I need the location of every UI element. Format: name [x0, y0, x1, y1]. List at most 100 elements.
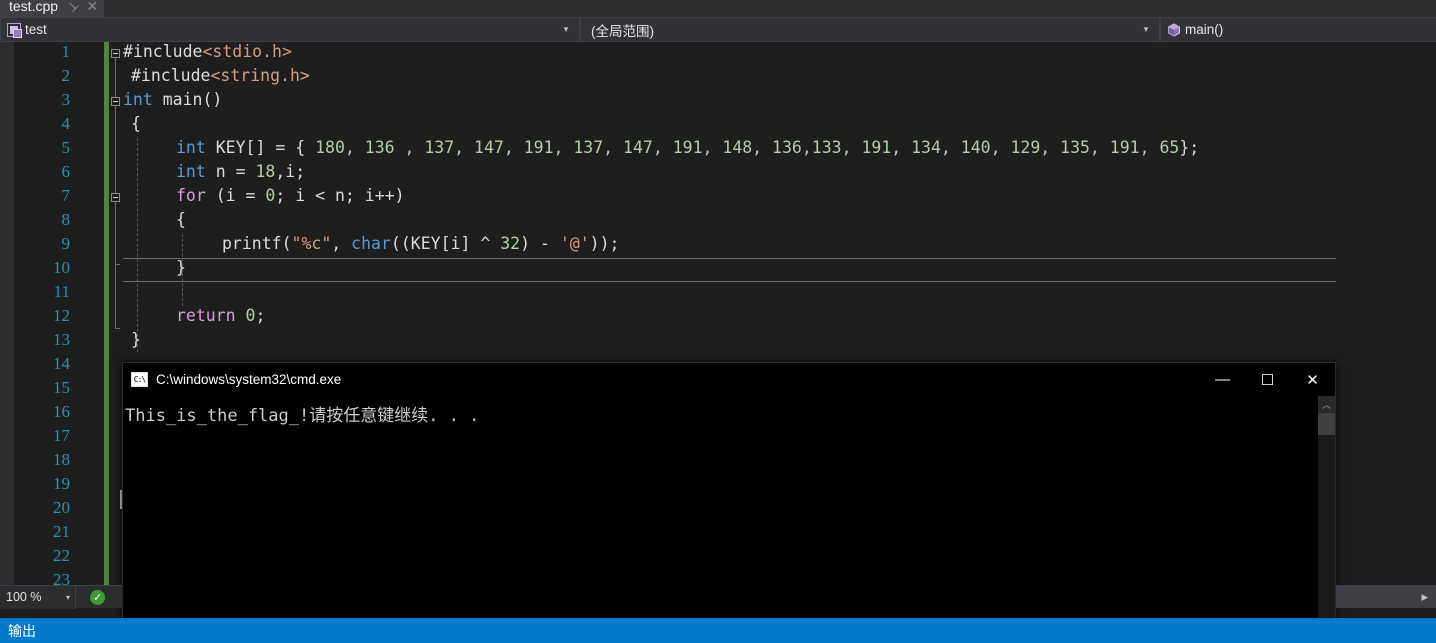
line-number: 5 [61, 138, 71, 157]
comma: , [331, 234, 352, 253]
chevron-down-icon[interactable]: ▾ [557, 24, 575, 35]
include-path: <string.h> [210, 66, 310, 85]
char-literal: '@' [559, 234, 590, 253]
scope-dropdown[interactable]: (全局范围) ▾ [580, 17, 1160, 42]
cmd-output-area[interactable]: This_is_the_flag_!请按任意键继续. . . ︿ [123, 396, 1335, 643]
cmd-title-text: C:\windows\system32\cmd.exe [156, 372, 342, 387]
scrollbar-thumb[interactable] [1318, 413, 1335, 435]
format-string: "%c" [291, 234, 332, 253]
type-keyword: int [123, 90, 153, 109]
fold-guide [115, 58, 116, 98]
current-line-highlight [123, 258, 1436, 282]
output-tab[interactable]: 输出 [0, 618, 44, 643]
type-keyword: int [176, 162, 206, 181]
console-icon: C:\ [131, 372, 148, 387]
fold-toggle-for[interactable] [111, 193, 120, 202]
var-list: ,i; [275, 162, 306, 181]
array-declaration: KEY[] = { [205, 138, 316, 157]
editor-right-margin [1336, 42, 1436, 585]
line-number: 19 [53, 474, 70, 493]
code-line-9: printf("%c", char((KEY[i] ^ 32) - '@')); [222, 234, 619, 253]
code-health-badge[interactable]: ✓ [90, 589, 105, 605]
for-keyword: for [176, 186, 206, 205]
fold-toggle-main[interactable] [111, 97, 120, 106]
minus-op: ) - [520, 234, 560, 253]
chevron-down-icon[interactable]: ▾ [66, 593, 75, 602]
code-line-1: #include<stdio.h> [123, 42, 292, 61]
line-number: 12 [53, 306, 70, 325]
line-number: 21 [53, 522, 70, 541]
code-line-12: return 0; [176, 306, 265, 325]
line-number: 11 [53, 282, 70, 301]
minimize-button[interactable]: — [1200, 363, 1245, 396]
cmd-output-line: This_is_the_flag_!请按任意键继续. . . [125, 406, 480, 426]
cmd-scrollbar[interactable]: ︿ [1318, 396, 1335, 643]
number-literal: 18 [255, 162, 276, 181]
line-number: 3 [61, 90, 71, 109]
method-cube-icon [1167, 22, 1181, 37]
preprocessor-directive: #include [131, 66, 211, 85]
close-parens: )); [589, 234, 620, 253]
line-number: 23 [53, 570, 70, 585]
line-number: 7 [61, 186, 71, 205]
number-literal: 0 [245, 306, 256, 325]
cmd-window-controls: — ☐ ✕ [1200, 363, 1335, 396]
var-assign: n = [205, 162, 256, 181]
code-line-3: int main() [123, 90, 222, 109]
cmd-title-bar[interactable]: C:\ C:\windows\system32\cmd.exe — ☐ ✕ [123, 363, 1335, 396]
line-number: 15 [53, 378, 70, 397]
line-number: 14 [53, 354, 70, 373]
close-icon[interactable]: ✕ [86, 0, 98, 18]
close-brace: } [176, 258, 186, 277]
code-line-7: for (i = 0; i < n; i++) [176, 186, 405, 205]
scroll-up-arrow-icon[interactable]: ︿ [1318, 396, 1335, 413]
member-dropdown[interactable]: main() ▾ [1160, 17, 1436, 42]
code-line-8: { [176, 210, 186, 229]
fold-guide-end [115, 264, 120, 265]
close-button[interactable]: ✕ [1290, 363, 1335, 396]
line-number: 1 [61, 42, 71, 61]
code-line-5: int KEY[] = { 180, 136 , 137, 147, 191, … [176, 138, 1199, 157]
code-line-4: { [131, 114, 141, 133]
for-init: (i = [205, 186, 266, 205]
close-brace: } [131, 330, 141, 349]
open-brace: { [176, 210, 186, 229]
function-signature: main() [152, 90, 223, 109]
fold-toggle-include[interactable] [111, 49, 120, 58]
fold-guide [115, 202, 116, 264]
scope-dropdown-label: (全局范围) [591, 23, 654, 39]
output-tab-label: 输出 [8, 622, 36, 639]
code-line-10: } [176, 258, 186, 277]
line-number: 17 [53, 426, 70, 445]
zoom-level-value: 100 % [6, 590, 42, 604]
line-number: 22 [53, 546, 70, 565]
tab-strip: test.cpp ⊣ ✕ [0, 0, 1436, 17]
panel-expand-arrow-icon[interactable]: ▸ [1421, 589, 1428, 605]
number-literal: 32 [500, 234, 521, 253]
open-brace: { [131, 114, 141, 133]
vs-window: test.cpp ⊣ ✕ test ▾ (全局范围) ▾ main() ▾ [0, 0, 1436, 643]
line-number: 16 [53, 402, 70, 421]
project-dropdown-label: test [25, 22, 47, 37]
chevron-down-icon[interactable]: ▾ [1137, 24, 1155, 35]
editor-tab-test-cpp[interactable]: test.cpp ⊣ ✕ [0, 0, 105, 18]
cmd-console-window[interactable]: C:\ C:\windows\system32\cmd.exe — ☐ ✕ Th… [122, 362, 1336, 643]
line-number: 4 [61, 114, 71, 133]
xor-expr: ((KEY[i] ^ [390, 234, 501, 253]
bottom-tool-window-bar: 输出 [0, 618, 1436, 643]
navigation-bar: test ▾ (全局范围) ▾ main() ▾ [0, 17, 1436, 42]
zoom-level-dropdown[interactable]: 100 % ▾ [0, 585, 76, 609]
array-end: }; [1179, 138, 1200, 157]
project-dropdown[interactable]: test ▾ [0, 17, 580, 42]
array-values: 180, 136 , 137, 147, 191, 137, 147, 191,… [315, 138, 1180, 157]
indent-guide [137, 138, 138, 352]
member-dropdown-label: main() [1185, 22, 1224, 37]
maximize-button[interactable]: ☐ [1245, 363, 1290, 396]
project-icon [7, 22, 22, 38]
line-number: 6 [61, 162, 71, 181]
pin-icon[interactable]: ⊣ [60, 0, 84, 18]
code-line-2: #include<string.h> [131, 66, 310, 85]
line-number: 2 [61, 66, 71, 85]
semicolon: ; [255, 306, 266, 325]
return-keyword: return [176, 306, 236, 325]
